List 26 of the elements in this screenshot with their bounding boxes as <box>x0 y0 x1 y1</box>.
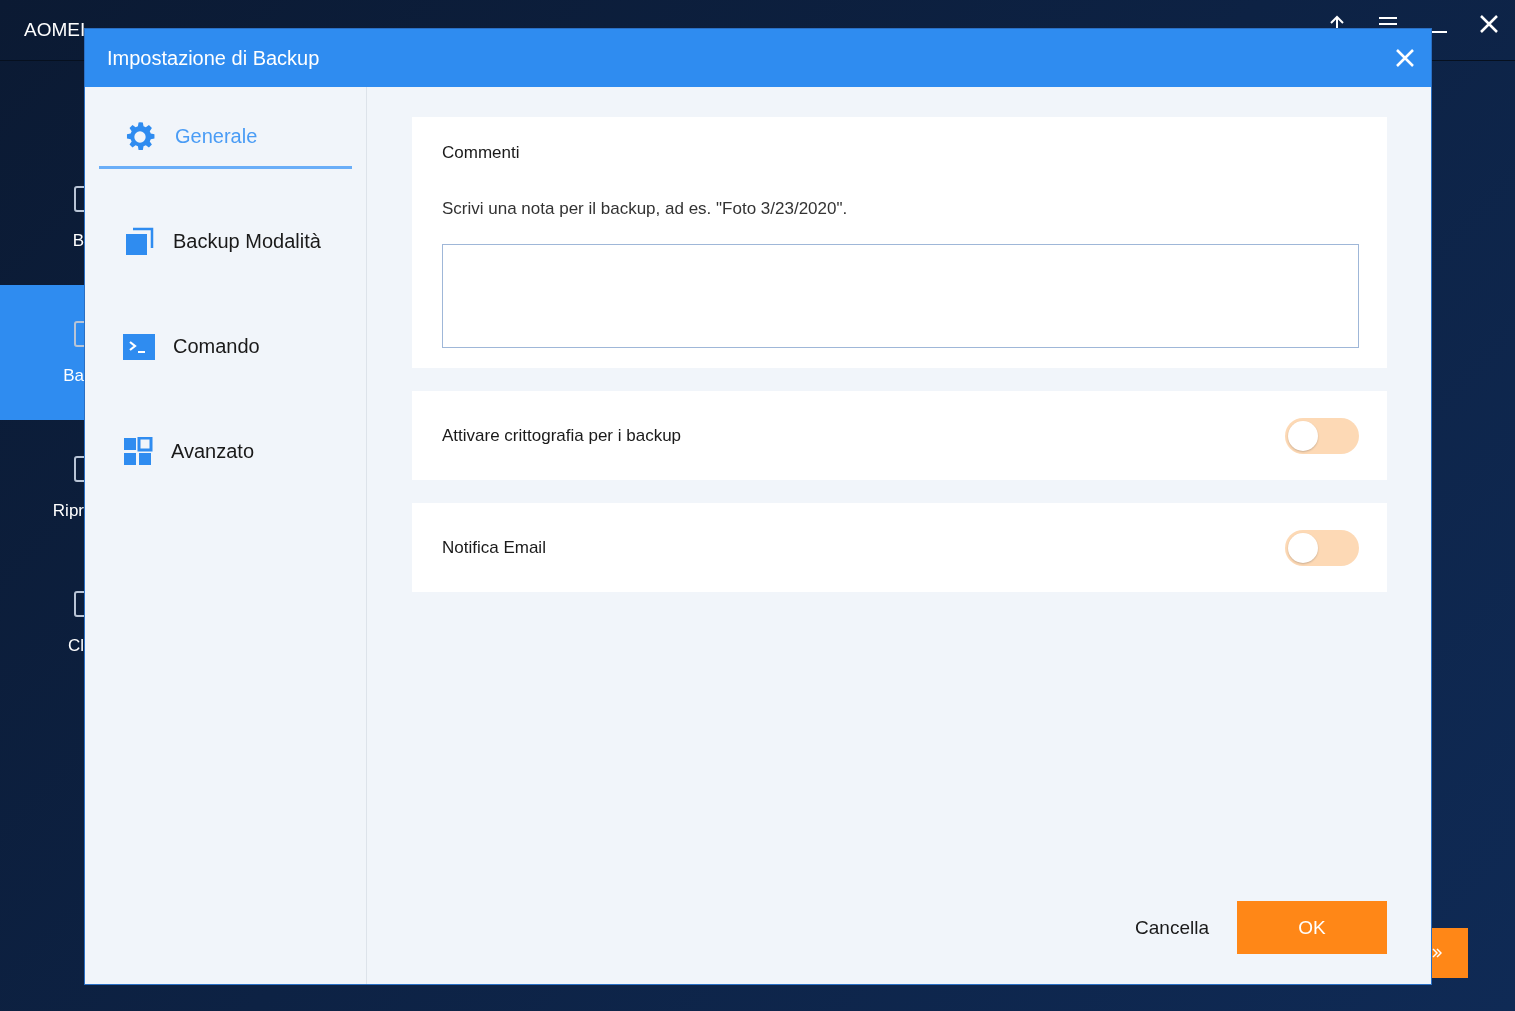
device-icon <box>74 454 84 483</box>
setting-label: Attivare crittografia per i backup <box>442 425 682 446</box>
app-title: AOMEI <box>24 19 86 41</box>
setting-label: Notifica Email <box>442 537 546 558</box>
toggle-switch[interactable] <box>1285 529 1359 566</box>
nav-item[interactable]: B <box>0 150 84 285</box>
sidebar-tab[interactable]: Comando <box>99 317 352 379</box>
chevron-icon <box>1432 947 1442 959</box>
sidebar-tab[interactable]: Avanzato <box>99 422 352 484</box>
cancel-button[interactable]: Cancella <box>1131 912 1213 943</box>
dialog-title: Impostazione di Backup <box>107 46 320 70</box>
hint-text: Scrivi una nota per il backup, ad es. "Foto 3/23/2020". <box>442 199 849 219</box>
close-button[interactable] <box>1395 48 1415 68</box>
nav-item[interactable]: Ripr <box>0 420 84 555</box>
toggle-switch[interactable] <box>1285 417 1359 454</box>
comment-field[interactable] <box>442 244 1359 348</box>
device-icon <box>74 589 84 618</box>
grid-icon <box>123 436 153 467</box>
terminal-icon <box>123 333 155 360</box>
section-heading: Commenti <box>442 143 521 163</box>
nav-item[interactable]: Cl <box>0 555 84 690</box>
close-icon[interactable] <box>1479 14 1499 34</box>
sidebar-tab[interactable]: Backup Modalità <box>99 212 352 274</box>
device-icon <box>74 319 84 348</box>
device-icon <box>74 184 84 213</box>
copy-icon <box>123 225 155 258</box>
